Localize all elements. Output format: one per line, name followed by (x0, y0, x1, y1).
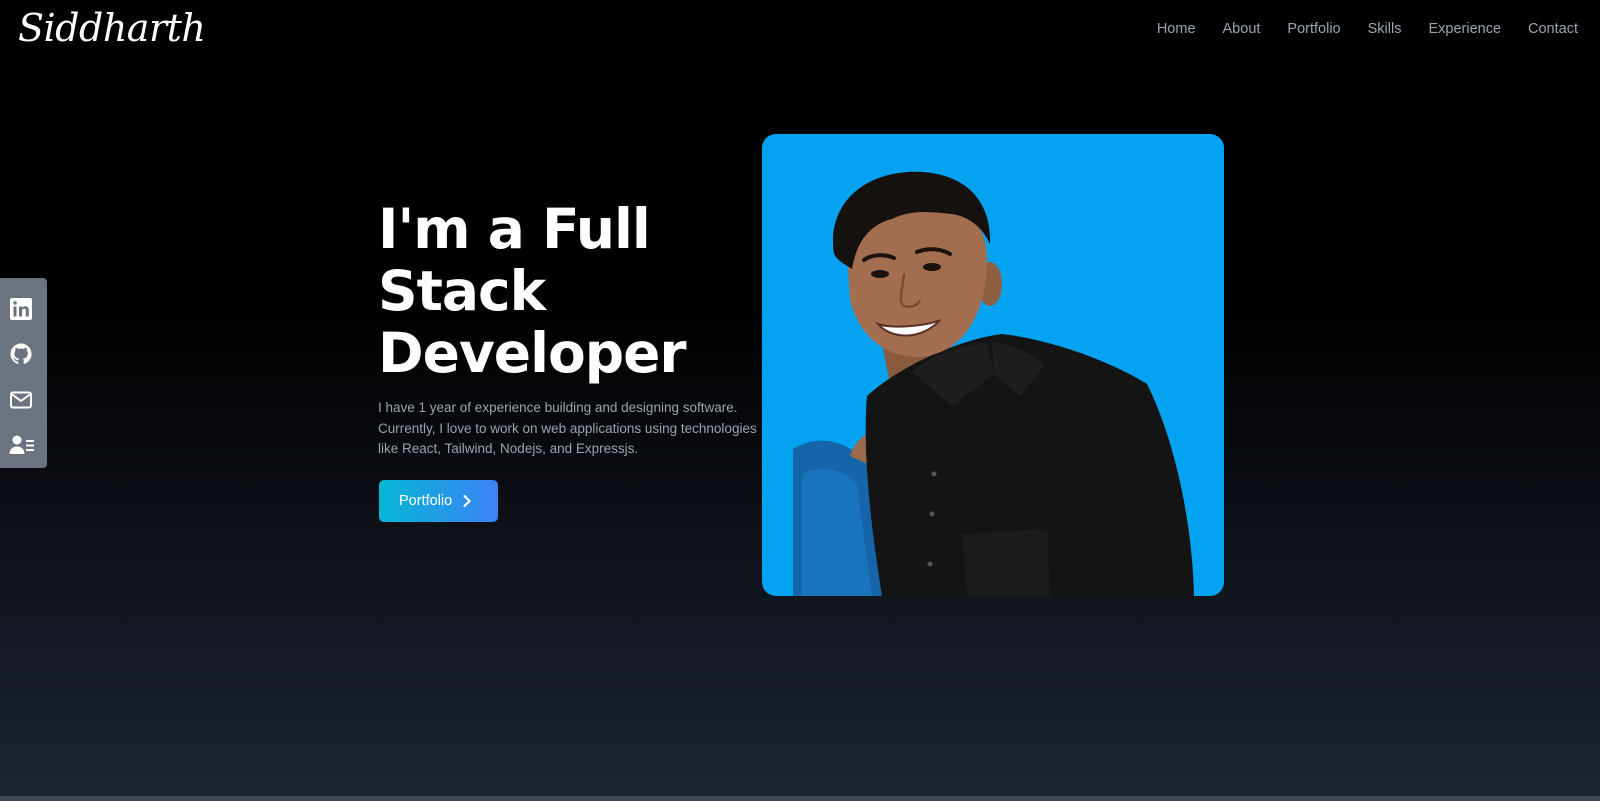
profile-photo (762, 134, 1224, 596)
hero-title: I'm a Full Stack Developer (378, 198, 758, 384)
nav-link-contact[interactable]: Contact (1528, 21, 1578, 37)
nav-link-experience[interactable]: Experience (1428, 21, 1501, 37)
hero-title-line: Developer (378, 321, 687, 385)
github-link[interactable] (0, 332, 47, 378)
portfolio-button-label: Portfolio (399, 493, 453, 509)
bottom-scrollbar-edge (0, 796, 1600, 801)
nav-links: Home About Portfolio Skills Experience C… (1157, 21, 1578, 37)
site-logo[interactable]: Siddharth (18, 2, 206, 54)
profile-illustration (793, 171, 1194, 596)
resume-link[interactable] (0, 423, 47, 469)
linkedin-link[interactable] (0, 286, 47, 332)
nav-link-about[interactable]: About (1223, 21, 1261, 37)
hero-section: I'm a Full Stack Developer I have 1 year… (378, 198, 758, 460)
navbar: Siddharth Home About Portfolio Skills Ex… (0, 0, 1600, 64)
chevron-right-icon (462, 494, 472, 508)
nav-link-portfolio[interactable]: Portfolio (1287, 21, 1340, 37)
hero-description: I have 1 year of experience building and… (378, 400, 757, 456)
nav-link-skills[interactable]: Skills (1368, 21, 1402, 37)
portfolio-button[interactable]: Portfolio (379, 480, 498, 522)
social-sidebar (0, 278, 47, 468)
hero-title-line: Stack (378, 259, 546, 323)
mail-icon (9, 388, 33, 412)
resume-icon (9, 433, 35, 457)
nav-link-home[interactable]: Home (1157, 21, 1196, 37)
email-link[interactable] (0, 377, 47, 423)
linkedin-icon (9, 297, 33, 321)
github-icon (9, 342, 33, 366)
hero-title-line: I'm a Full (378, 197, 651, 261)
